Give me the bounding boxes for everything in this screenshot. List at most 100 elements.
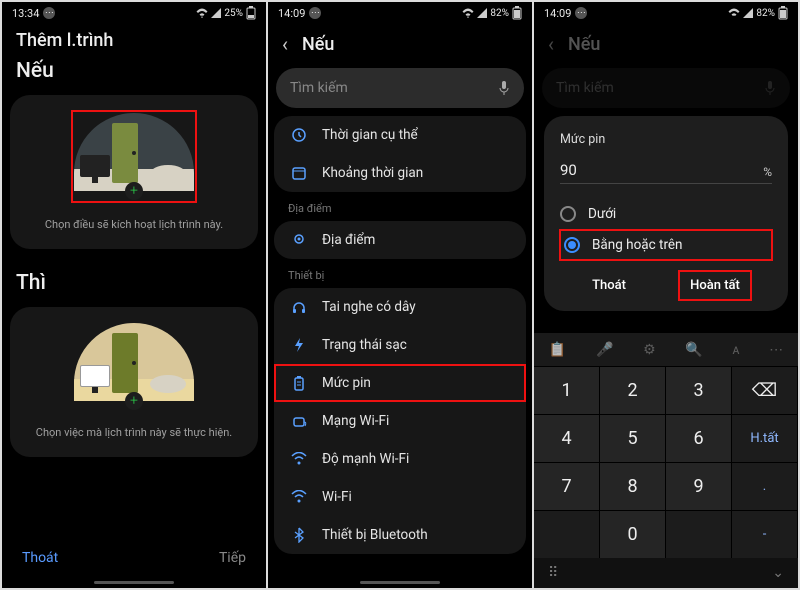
kbd-settings-icon[interactable]: ⚙ [643,342,656,358]
home-indicator[interactable] [360,581,440,584]
row-label: Thiết bị Bluetooth [322,527,428,543]
kbd-more-icon[interactable]: ⋯ [769,342,783,358]
row-label: Wi-Fi [322,489,352,505]
row-label: Khoảng thời gian [322,165,423,181]
room-illustration-icon [74,323,194,401]
row-wifi-strength[interactable]: Độ mạnh Wi-Fi [274,440,526,478]
battery-level-panel: Mức pin 90 % Dưới Bằng hoặc trên Thoát H… [544,116,788,311]
clock: 14:09 [278,7,305,20]
wifi-icon [462,8,474,18]
row-place[interactable]: Địa điểm [274,221,526,259]
row-headphones[interactable]: Tai nghe có dây [274,288,526,326]
wifi-icon [290,452,308,466]
group-place-label: Địa điểm [274,192,526,221]
value-text: 90 [560,161,577,179]
row-wifi[interactable]: Wi-Fi [274,478,526,516]
radio-unchecked-icon [560,206,576,222]
wifi-icon [196,8,208,18]
search-placeholder: Tìm kiếm [290,80,348,96]
row-wifi-network[interactable]: Mạng Wi-Fi [274,402,526,440]
mic-icon[interactable] [498,80,510,96]
if-card[interactable]: + Chọn điều sẽ kích hoạt lịch trình này. [10,95,258,249]
key-8[interactable]: 8 [600,462,666,510]
numeric-keypad: 1 2 3 ⌫ 4 5 6 H.tất 7 8 9 . 0 - [534,366,798,558]
key-2[interactable]: 2 [600,366,666,414]
bolt-icon [290,337,308,353]
wifi-icon [290,490,308,504]
row-label: Độ mạnh Wi-Fi [322,451,409,467]
key-dot[interactable]: . [732,462,798,510]
next-button[interactable]: Tiếp [219,550,246,566]
kbd-translate-icon[interactable]: ᴀ [732,341,739,358]
if-heading: Nếu [2,53,266,91]
key-9[interactable]: 9 [666,462,732,510]
add-icon[interactable]: + [125,182,143,200]
exit-button[interactable]: Thoát [22,550,58,566]
value-input-row[interactable]: 90 % [560,161,772,184]
status-bar: 14:09 ⋯ 82% [268,2,532,24]
row-label: Mức pin [322,375,371,391]
key-dash[interactable]: - [732,510,798,558]
unit-text: % [763,165,772,179]
cancel-button[interactable]: Thoát [582,272,636,299]
key-3[interactable]: 3 [666,366,732,414]
if-caption: Chọn điều sẽ kích hoạt lịch trình này. [22,218,246,231]
radio-label: Bằng hoặc trên [592,237,683,253]
kbd-mic-icon[interactable]: 🎤 [596,342,613,358]
room-illustration-icon [74,113,194,191]
status-bar: 13:34 ⋯ 25% [2,2,266,24]
wifi-network-icon [290,413,308,429]
key-5[interactable]: 5 [600,414,666,462]
keypad-collapse-icon[interactable]: ⌄ [772,565,784,581]
kbd-clipboard-icon[interactable]: 📋 [549,342,566,358]
radio-below[interactable]: Dưới [560,198,772,230]
done-button[interactable]: Hoàn tất [680,272,750,299]
headphones-icon [290,299,308,315]
key-0[interactable]: 0 [600,510,666,558]
screen-if-conditions: 14:09 ⋯ 82% ‹ Nếu Tìm kiếm Thời gian cụ … [268,2,532,588]
search-input[interactable]: Tìm kiếm [276,68,524,108]
group-device-label: Thiết bị [274,259,526,288]
signal-icon [743,8,753,18]
screen-battery-level-dialog: 14:09 ⋯ 82% ‹ Nếu Tìm kiếm Mức pin 90 % … [534,2,798,588]
key-backspace[interactable]: ⌫ [732,366,798,414]
signal-icon [211,8,221,18]
then-card[interactable]: + Chọn việc mà lịch trình này sẽ thực hi… [10,307,258,457]
keyboard-toolbar: 📋 🎤 ⚙ 🔍 ᴀ ⋯ [534,332,798,366]
pin-icon [290,232,308,248]
search-input-dimmed: Tìm kiếm [542,68,790,108]
row-label: Tai nghe có dây [322,299,416,315]
clock: 13:34 [12,7,39,20]
back-button[interactable]: ‹ [282,32,288,56]
row-bluetooth[interactable]: Thiết bị Bluetooth [274,516,526,554]
key-4[interactable]: 4 [534,414,600,462]
bluetooth-icon [290,527,308,543]
row-time-specific[interactable]: Thời gian cụ thể [274,116,526,154]
back-button: ‹ [548,32,554,56]
key-7[interactable]: 7 [534,462,600,510]
key-1[interactable]: 1 [534,366,600,414]
row-label: Trạng thái sạc [322,337,407,353]
battery-text: 25% [224,8,243,19]
clock-icon [290,127,308,143]
mic-icon [764,80,776,96]
home-indicator[interactable] [94,581,174,584]
kbd-search-icon[interactable]: 🔍 [685,342,702,358]
key-blank [534,510,600,558]
screen-add-routine: 13:34 ⋯ 25% Thêm l.trình Nếu + Chọn điều [2,2,266,588]
radio-label: Dưới [588,206,616,222]
radio-above-or-equal[interactable]: Bằng hoặc trên [560,230,772,260]
status-bar: 14:09 ⋯ 82% [534,2,798,24]
row-battery-level[interactable]: Mức pin [274,364,526,402]
key-6[interactable]: 6 [666,414,732,462]
row-time-range[interactable]: Khoảng thời gian [274,154,526,192]
key-done[interactable]: H.tất [732,414,798,462]
header-dimmed: ‹ Nếu [534,24,798,64]
then-heading: Thì [2,265,266,303]
add-icon[interactable]: + [125,392,143,410]
row-charging[interactable]: Trạng thái sạc [274,326,526,364]
battery-icon [778,6,788,20]
row-label: Địa điểm [322,232,375,248]
row-label: Thời gian cụ thể [322,127,418,143]
keypad-grid-icon[interactable]: ⠿ [548,565,558,581]
